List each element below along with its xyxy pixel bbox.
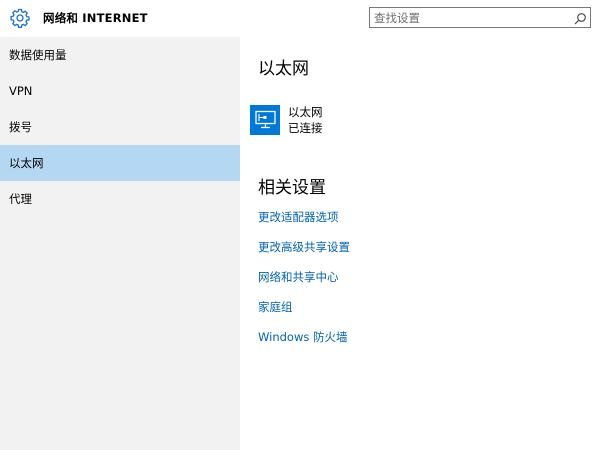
link-change-advanced-sharing[interactable]: 更改高级共享设置 [258, 239, 350, 255]
related-settings-title: 相关设置 [258, 178, 326, 198]
gear-icon[interactable] [10, 8, 30, 28]
ethernet-status: 已连接 [288, 121, 323, 135]
sidebar-item-data-usage[interactable]: 数据使用量 [0, 37, 240, 73]
search-icon[interactable] [573, 11, 587, 25]
ethernet-connection-item[interactable]: 以太网 已连接 [250, 103, 430, 137]
link-windows-firewall[interactable]: Windows 防火墙 [258, 329, 348, 345]
ethernet-name: 以太网 [288, 105, 323, 119]
sidebar-item-vpn[interactable]: VPN [0, 73, 240, 109]
header-bar: 网络和 INTERNET [0, 0, 600, 37]
link-change-adapter-options[interactable]: 更改适配器选项 [258, 209, 339, 225]
network-monitor-icon [250, 105, 280, 135]
sidebar-item-proxy[interactable]: 代理 [0, 181, 240, 217]
page-title: 以太网 [258, 59, 309, 79]
sidebar-item-dial-up[interactable]: 拨号 [0, 109, 240, 145]
search-box[interactable] [369, 7, 591, 28]
search-input[interactable] [374, 9, 564, 26]
sidebar-item-ethernet[interactable]: 以太网 [0, 145, 240, 181]
link-homegroup[interactable]: 家庭组 [258, 299, 293, 315]
window-title: 网络和 INTERNET [43, 11, 148, 25]
sidebar: 数据使用量 VPN 拨号 以太网 代理 [0, 37, 240, 450]
main-content: 以太网 以太网 已连接 相关设置 更改适配器选项 更改高级共享设置 网络和共享中… [240, 37, 600, 450]
link-network-sharing-center[interactable]: 网络和共享中心 [258, 269, 339, 285]
settings-window: 网络和 INTERNET 数据使用量 VPN 拨号 以太网 代理 以太网 [0, 0, 600, 450]
